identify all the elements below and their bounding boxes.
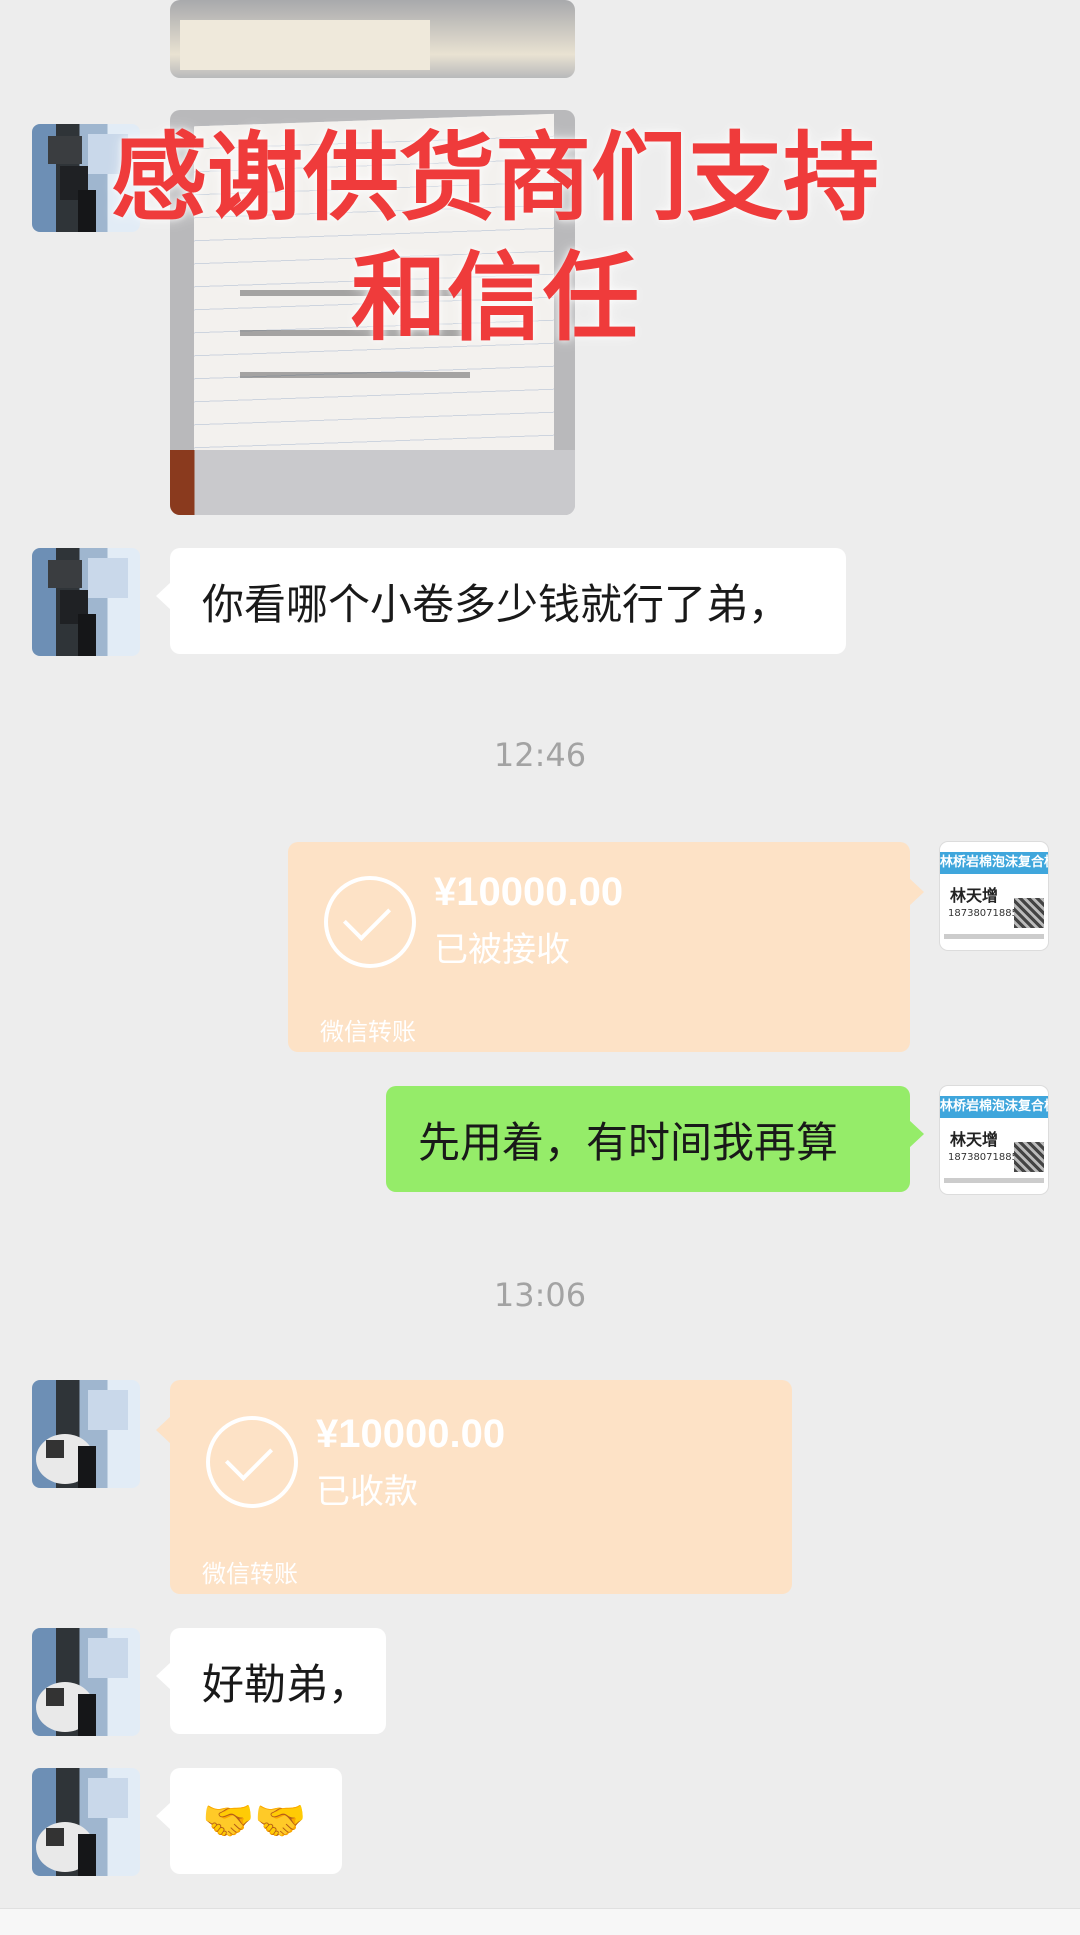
avatar-card-name: 林天增 [950, 1130, 999, 1149]
transfer-status: 已被接收 [434, 930, 570, 970]
transfer-card-sent[interactable]: ¥10000.00 已被接收 微信转账 [288, 842, 924, 1052]
input-bar-edge [0, 1908, 1080, 1935]
check-circle-icon [324, 876, 416, 968]
contact-avatar[interactable] [32, 1768, 140, 1876]
message-bubble-outgoing[interactable]: 先用着，有时间我再算 [386, 1086, 924, 1192]
message-text: 好勒弟， [202, 1659, 371, 1709]
self-avatar[interactable]: 林桥岩棉泡沫复合板 林天增 18738071885 [940, 842, 1048, 950]
avatar-card-title: 林桥岩棉泡沫复合板 [940, 1096, 1048, 1118]
message-bubble-incoming[interactable]: 你看哪个小卷多少钱就行了弟， [156, 548, 846, 654]
qr-code-icon [1014, 1142, 1044, 1172]
photo-message-top[interactable] [170, 0, 575, 78]
message-text: 先用着，有时间我再算 [418, 1117, 839, 1167]
transfer-brand-label: 微信转账 [202, 1560, 298, 1588]
message-bubble-incoming[interactable]: 好勒弟， [156, 1628, 386, 1734]
transfer-status: 已收款 [316, 1472, 418, 1512]
message-text: 你看哪个小卷多少钱就行了弟， [202, 579, 791, 629]
timestamp: 12:46 [493, 736, 587, 774]
avatar-card-name: 林天增 [950, 886, 999, 905]
overlay-caption-line1: 感谢供货商们支持 [111, 122, 879, 234]
check-circle-icon [206, 1416, 298, 1508]
handwriting [240, 372, 470, 378]
transfer-amount: ¥10000.00 [434, 870, 624, 914]
avatar-card-title: 林桥岩棉泡沫复合板 [940, 852, 1048, 874]
contact-avatar[interactable] [32, 1628, 140, 1736]
avatar-card-address-line [944, 1178, 1044, 1183]
contact-avatar[interactable] [32, 1380, 140, 1488]
avatar-card-phone: 18738071885 [948, 908, 1018, 919]
handshake-emoji: 🤝🤝 [202, 1796, 307, 1845]
transfer-amount: ¥10000.00 [316, 1412, 506, 1456]
overlay-caption-line2: 和信任 [351, 242, 639, 354]
avatar-card-phone: 18738071885 [948, 1152, 1018, 1163]
message-bubble-incoming[interactable]: 🤝🤝 [156, 1768, 342, 1874]
avatar-card-address-line [944, 934, 1044, 939]
transfer-brand-label: 微信转账 [320, 1018, 416, 1046]
transfer-card-received[interactable]: ¥10000.00 已收款 微信转账 [156, 1380, 792, 1594]
contact-avatar[interactable] [32, 548, 140, 656]
table-surface [170, 450, 575, 515]
qr-code-icon [1014, 898, 1044, 928]
timestamp: 13:06 [493, 1276, 587, 1314]
self-avatar[interactable]: 林桥岩棉泡沫复合板 林天增 18738071885 [940, 1086, 1048, 1194]
